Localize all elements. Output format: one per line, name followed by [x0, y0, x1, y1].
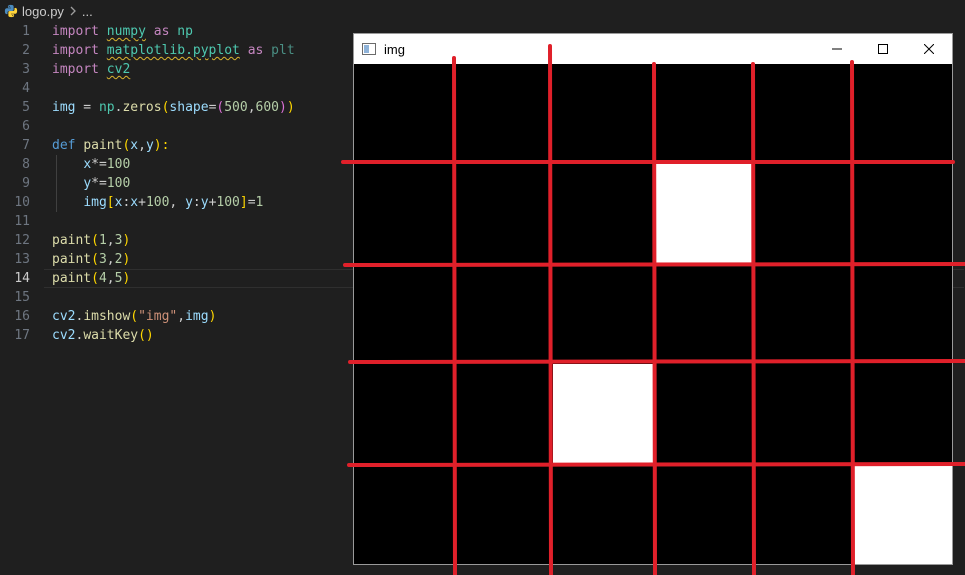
line-number: 5 [22, 100, 30, 115]
line-number: 16 [14, 309, 30, 324]
code-line-4[interactable] [52, 79, 295, 98]
line-number: 17 [14, 328, 30, 343]
white-cell [553, 364, 653, 464]
white-cell [852, 464, 952, 564]
line-number-active: 14 [14, 271, 30, 286]
code-line-6[interactable] [52, 117, 295, 136]
code-line-7[interactable]: def paint(x,y): [52, 136, 295, 155]
breadcrumb-file[interactable]: logo.py [22, 4, 64, 19]
code-line-14[interactable]: paint(4,5) [52, 269, 295, 288]
line-number: 2 [22, 43, 30, 58]
breadcrumb: logo.py ... [0, 0, 965, 22]
window-titlebar[interactable]: img [354, 34, 952, 64]
code-line-2[interactable]: import matplotlib.pyplot as plt [52, 41, 295, 60]
line-number: 3 [22, 62, 30, 77]
minimize-icon [832, 48, 842, 50]
code-line-3[interactable]: import cv2 [52, 60, 295, 79]
line-number-gutter: 1 2 3 4 5 6 7 8 9 10 11 12 13 14 15 16 1… [0, 22, 40, 345]
maximize-icon [878, 44, 888, 54]
white-cell [653, 164, 753, 264]
code-line-17[interactable]: cv2.waitKey() [52, 326, 295, 345]
image-window[interactable]: img [353, 33, 953, 565]
python-file-icon [4, 4, 18, 18]
window-title: img [384, 41, 405, 57]
code-line-15[interactable] [52, 288, 295, 307]
code-editor[interactable]: import numpy as np import matplotlib.pyp… [52, 22, 295, 345]
close-icon [924, 44, 934, 54]
close-button[interactable] [906, 34, 952, 64]
code-line-16[interactable]: cv2.imshow("img",img) [52, 307, 295, 326]
code-line-1[interactable]: import numpy as np [52, 22, 295, 41]
code-line-12[interactable]: paint(1,3) [52, 231, 295, 250]
line-number: 13 [14, 252, 30, 267]
maximize-button[interactable] [860, 34, 906, 64]
code-line-13[interactable]: paint(3,2) [52, 250, 295, 269]
line-number: 15 [14, 290, 30, 305]
code-line-5[interactable]: img = np.zeros(shape=(500,600)) [52, 98, 295, 117]
chevron-right-icon [70, 6, 76, 16]
code-line-9[interactable]: y*=100 [52, 174, 295, 193]
minimize-button[interactable] [814, 34, 860, 64]
window-app-icon [362, 43, 376, 55]
line-number: 10 [14, 195, 30, 210]
code-line-8[interactable]: x*=100 [52, 155, 295, 174]
code-line-10[interactable]: img[x:x+100, y:y+100]=1 [52, 193, 295, 212]
line-number: 9 [22, 176, 30, 191]
line-number: 12 [14, 233, 30, 248]
code-line-11[interactable] [52, 212, 295, 231]
line-number: 11 [14, 214, 30, 229]
line-number: 7 [22, 138, 30, 153]
image-canvas [354, 64, 952, 564]
line-number: 1 [22, 24, 30, 39]
breadcrumb-more[interactable]: ... [82, 4, 93, 19]
line-number: 4 [22, 81, 30, 96]
line-number: 6 [22, 119, 30, 134]
line-number: 8 [22, 157, 30, 172]
